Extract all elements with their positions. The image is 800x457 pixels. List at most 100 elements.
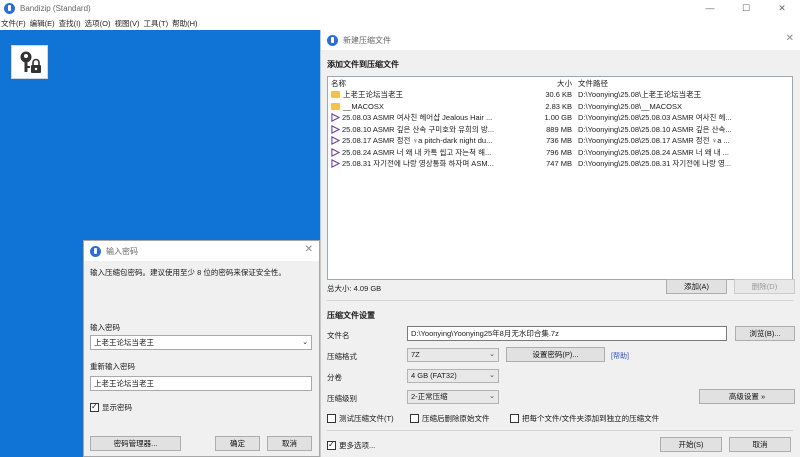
menu-view[interactable]: 视图(V) xyxy=(115,18,140,29)
column-path[interactable]: 文件路径 xyxy=(576,78,792,89)
maximize-button[interactable]: ☐ xyxy=(728,0,764,17)
checkbox-box xyxy=(410,414,419,423)
ok-button[interactable]: 确定 xyxy=(215,436,260,451)
file-size: 1.00 GB xyxy=(544,113,572,123)
password-dialog-close-icon[interactable]: ✕ xyxy=(305,244,313,255)
divider xyxy=(327,300,793,301)
password-manager-button[interactable]: 密码管理器... xyxy=(90,436,181,451)
folder-icon xyxy=(331,102,340,110)
help-link[interactable]: [帮助] xyxy=(611,351,629,361)
filename-input[interactable]: D:\Yoonying\Yoonying25年8月无水印合集.7z xyxy=(407,326,727,341)
show-password-label: 显示密码 xyxy=(102,403,132,412)
password-tool-button[interactable] xyxy=(11,45,48,79)
password-instruction: 输入压缩包密码。建议使用至少 8 位的密码来保证安全性。 xyxy=(90,268,286,277)
key-lock-icon xyxy=(20,51,41,73)
checkbox-box-checked xyxy=(90,402,99,412)
file-size: 889 MB xyxy=(546,124,572,134)
archive-dialog-close-icon[interactable]: ✕ xyxy=(786,33,794,44)
separate-archives-label: 把每个文件/文件夹添加到独立的压缩文件 xyxy=(522,414,660,423)
file-size: 747 MB xyxy=(546,159,572,169)
video-file-icon xyxy=(331,159,340,169)
browse-button[interactable]: 浏览(B)... xyxy=(735,326,795,341)
bandizip-app-icon xyxy=(90,245,101,257)
enter-password-label: 输入密码 xyxy=(90,323,120,332)
file-path: D:\Yoonying\25.08\25.08.17 ASMR 정전 ♀a ..… xyxy=(578,136,730,146)
test-archive-checkbox[interactable]: 测试压缩文件(T) xyxy=(327,413,394,424)
chevron-down-icon: ⌄ xyxy=(489,351,495,358)
file-row[interactable]: __MACOSX 2.83 KB D:\Yoonying\25.08\__MACOS… xyxy=(328,101,792,113)
split-select[interactable]: 4 GB (FAT32) ⌄ xyxy=(407,369,499,383)
divider xyxy=(327,430,793,431)
menu-edit[interactable]: 编辑(E) xyxy=(30,18,55,29)
format-select[interactable]: 7Z ⌄ xyxy=(407,348,499,362)
split-value: 4 GB (FAT32) xyxy=(411,371,457,380)
minimize-button[interactable]: — xyxy=(692,0,728,17)
file-row[interactable]: 25.08.31 자기전에 나랑 영상통화 하자며 ASM... 747 MB D:… xyxy=(328,158,792,170)
file-row[interactable]: 25.08.17 ASMR 정전 ♀a pitch-dark night du.… xyxy=(328,135,792,147)
file-row[interactable]: 25.08.24 ASMR 너 왜 내 카톡 씹고 자는척 해... 796 MB… xyxy=(328,147,792,159)
archive-dialog-titlebar: 新建压缩文件 ✕ xyxy=(321,30,800,50)
password-dialog-titlebar: 输入密码 ✕ xyxy=(84,241,319,261)
file-path: D:\Yoonying\25.08\上老王论坛当老王 xyxy=(578,90,702,100)
folder-icon xyxy=(331,91,340,99)
file-list[interactable]: 名称 大小 文件路径 上老王论坛当老王 30.6 KB D:\Yoonying\25… xyxy=(327,76,793,280)
separate-archives-checkbox[interactable]: 把每个文件/文件夹添加到独立的压缩文件 xyxy=(510,413,659,424)
compression-level-select[interactable]: 2-正常压缩 ⌄ xyxy=(407,390,499,404)
close-button[interactable]: ✕ xyxy=(764,0,800,17)
chevron-down-icon: ⌄ xyxy=(489,393,495,400)
password-cancel-button[interactable]: 取消 xyxy=(267,436,312,451)
format-label: 压缩格式 xyxy=(327,352,357,361)
menu-file[interactable]: 文件(F) xyxy=(1,18,26,29)
delete-after-checkbox[interactable]: 压缩后删除原始文件 xyxy=(410,413,490,424)
window-title: Bandizip (Standard) xyxy=(20,4,91,13)
checkbox-box xyxy=(510,414,519,423)
file-size: 2.83 KB xyxy=(545,101,572,111)
more-options-checkbox[interactable]: 更多选项... xyxy=(327,440,375,451)
file-size: 796 MB xyxy=(546,147,572,157)
new-archive-dialog: 新建压缩文件 ✕ 添加文件到压缩文件 名称 大小 文件路径 上老王论坛当老王 30… xyxy=(320,30,800,457)
reenter-password-label: 重新输入密码 xyxy=(90,362,135,371)
bandizip-app-icon xyxy=(4,3,15,14)
start-button[interactable]: 开始(S) xyxy=(660,437,722,452)
file-name: __MACOSX xyxy=(343,101,384,111)
file-name-cell: 25.08.03 ASMR 여사친 헤어샵 Jealous Hair ... xyxy=(328,112,540,123)
file-row[interactable]: 25.08.10 ASMR 깊은 산속 구미호와 유희의 방... 889 MB D… xyxy=(328,124,792,136)
menu-options[interactable]: 选项(O) xyxy=(85,18,111,29)
checkbox-box xyxy=(327,414,336,423)
file-row[interactable]: 上老王论坛当老王 30.6 KB D:\Yoonying\25.08\上老王论坛当老… xyxy=(328,89,792,101)
archive-dialog-title: 新建压缩文件 xyxy=(343,35,391,45)
column-name[interactable]: 名称 xyxy=(328,78,540,89)
file-row[interactable]: 25.08.03 ASMR 여사친 헤어샵 Jealous Hair ... 1.… xyxy=(328,112,792,124)
archive-cancel-button[interactable]: 取消 xyxy=(729,437,791,452)
file-name: 25.08.31 자기전에 나랑 영상통화 하자며 ASM... xyxy=(342,159,494,169)
file-name: 25.08.17 ASMR 정전 ♀a pitch-dark night du.… xyxy=(342,136,493,146)
advanced-settings-button[interactable]: 高级设置 » xyxy=(699,389,795,404)
delete-after-label: 压缩后删除原始文件 xyxy=(422,414,490,423)
chevron-down-icon[interactable]: ⌄ xyxy=(302,336,308,349)
file-path: D:\Yoonying\25.08\25.08.03 ASMR 여사친 헤... xyxy=(578,113,732,123)
set-password-button[interactable]: 设置密码(P)... xyxy=(506,347,605,362)
menu-bar: 文件(F) 编辑(E) 查找(I) 选项(O) 视图(V) 工具(T) 帮助(H… xyxy=(0,17,800,30)
more-options-label: 更多选项... xyxy=(339,441,376,450)
add-files-heading: 添加文件到压缩文件 xyxy=(327,60,399,69)
add-button[interactable]: 添加(A) xyxy=(666,279,727,294)
bandizip-app-icon xyxy=(327,34,338,46)
video-file-icon xyxy=(331,136,340,146)
file-path: D:\Yoonying\25.08\25.08.24 ASMR 너 왜 내 ..… xyxy=(578,147,729,157)
menu-find[interactable]: 查找(I) xyxy=(59,18,81,29)
menu-tools[interactable]: 工具(T) xyxy=(144,18,169,29)
delete-button[interactable]: 删除(D) xyxy=(734,279,795,294)
file-size: 30.6 KB xyxy=(545,90,572,100)
enter-password-input[interactable]: 上老王论坛当老王 ⌄ xyxy=(90,335,312,350)
column-size[interactable]: 大小 xyxy=(540,78,576,89)
file-list-header: 名称 大小 文件路径 xyxy=(328,77,792,89)
file-path: D:\Yoonying\25.08\25.08.10 ASMR 깊은 산속... xyxy=(578,124,732,134)
file-path: D:\Yoonying\25.08\25.08.31 자기전에 나랑 영... xyxy=(578,159,732,169)
total-size: 总大小: 4.09 GB xyxy=(327,284,382,293)
reenter-password-input[interactable]: 上老王论坛当老王 xyxy=(90,376,312,391)
show-password-checkbox[interactable]: 显示密码 xyxy=(90,402,132,413)
main-titlebar: Bandizip (Standard) — ☐ ✕ xyxy=(0,0,800,17)
menu-help[interactable]: 帮助(H) xyxy=(172,18,197,29)
video-file-icon xyxy=(331,113,340,123)
file-path: D:\Yoonying\25.08\__MACOSX xyxy=(578,101,682,111)
